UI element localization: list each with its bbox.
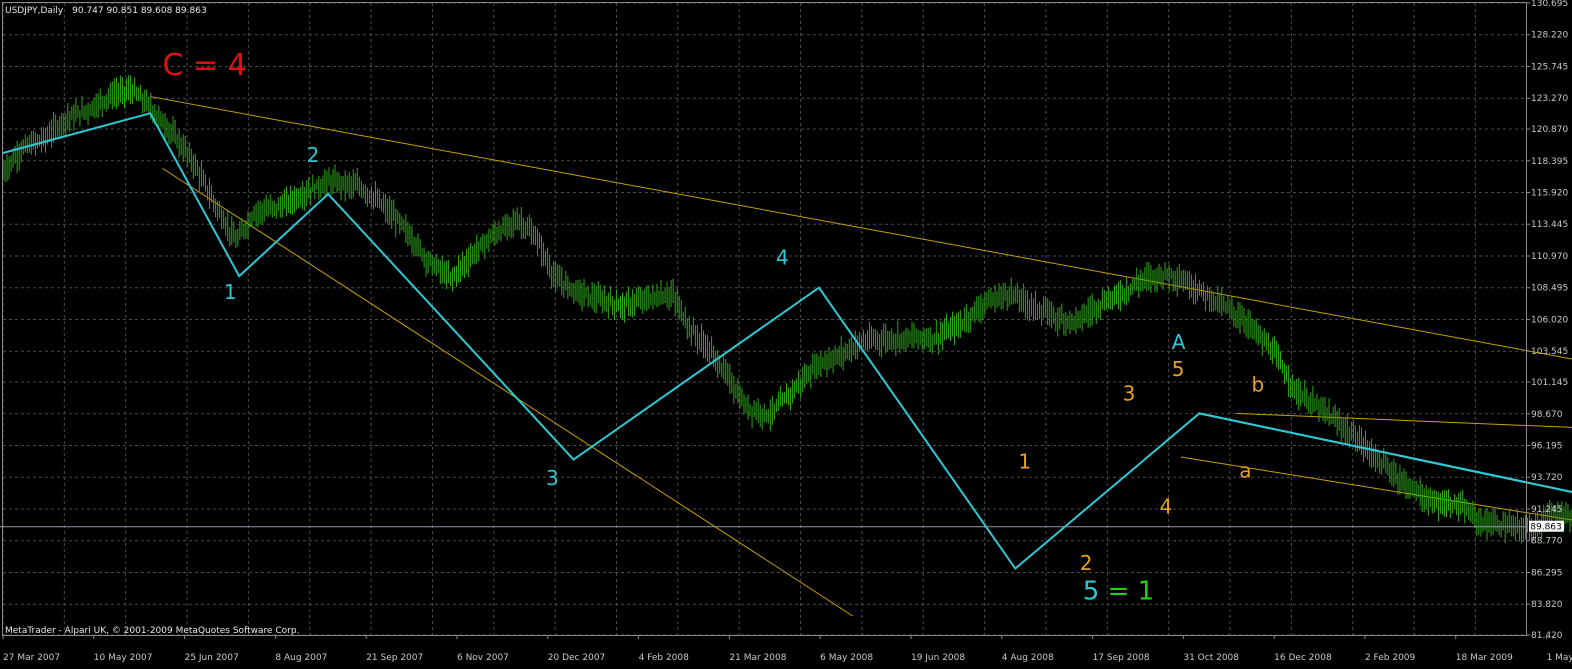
y-tick-label: 96.195	[1531, 441, 1563, 451]
y-tick-label: 103.545	[1531, 347, 1568, 357]
wave-label: C = 4	[163, 48, 247, 83]
y-tick-label: 88.770	[1531, 537, 1563, 547]
x-tick-label: 2 Feb 2009	[1365, 653, 1416, 663]
wave-label: 4	[1159, 494, 1172, 518]
wave-label: 2	[307, 143, 320, 167]
y-tick-label: 91.245	[1531, 505, 1563, 515]
y-tick-label: 98.670	[1531, 410, 1563, 420]
wave-label-right: = 1	[1108, 576, 1155, 606]
y-tick-label: 125.745	[1531, 62, 1568, 72]
x-tick-label: 4 Aug 2008	[1002, 653, 1054, 663]
symbol-label: USDJPY,Daily	[5, 6, 64, 16]
x-tick-label: 4 Feb 2008	[639, 653, 690, 663]
wave-label: 2	[1080, 551, 1093, 575]
wave-label: 1	[224, 280, 237, 304]
wave-label: b	[1251, 373, 1264, 397]
x-tick-label: 10 May 2007	[94, 653, 153, 663]
x-tick-label: 6 May 2008	[820, 653, 873, 663]
wave-label-left: 5	[1083, 576, 1108, 606]
wave-label: 5 = 1	[1083, 576, 1154, 606]
y-tick-label: 83.820	[1531, 600, 1563, 610]
copyright-label: MetaTrader - Alpari UK, © 2001-2009 Meta…	[5, 626, 299, 636]
wave-label: 3	[1123, 382, 1136, 406]
y-tick-label: 115.920	[1531, 189, 1568, 199]
price-tag-value: 89.863	[1530, 523, 1562, 533]
ohlc-values: 90.747 90.851 89.608 89.863	[72, 6, 207, 16]
y-tick-label: 113.445	[1531, 220, 1568, 230]
x-tick-label: 25 Jun 2007	[185, 653, 239, 663]
y-tick-label: 110.970	[1531, 252, 1568, 262]
y-tick-label: 93.720	[1531, 473, 1563, 483]
y-tick-label: 123.270	[1531, 94, 1568, 104]
x-tick-label: 31 Oct 2008	[1183, 653, 1239, 663]
y-tick-label: 101.145	[1531, 378, 1568, 388]
y-tick-label: 108.495	[1531, 284, 1568, 294]
x-tick-label: 1 May 2009	[1547, 653, 1572, 663]
chart-header: USDJPY,Daily 90.747 90.851 89.608 89.863	[5, 6, 207, 16]
x-tick-label: 18 Mar 2009	[1456, 653, 1513, 663]
price-tag: 89.863	[1529, 520, 1564, 533]
x-tick-label: 21 Sep 2007	[366, 653, 423, 663]
wave-label: 5	[1172, 357, 1185, 381]
price-axis[interactable]: 130.695 128.220 125.745 123.270 120.870 118.3…	[1526, 0, 1568, 641]
y-tick-label: 128.220	[1531, 31, 1568, 41]
wave-label: 3	[546, 466, 559, 490]
x-tick-label: 8 Aug 2007	[275, 653, 327, 663]
y-tick-label: 130.695	[1531, 0, 1568, 9]
x-tick-label: 17 Sep 2008	[1093, 653, 1150, 663]
y-tick-label: 86.295	[1531, 568, 1563, 578]
wave-label: 1	[1018, 450, 1031, 474]
x-tick-label: 19 Jun 2008	[911, 653, 965, 663]
x-tick-label: 6 Nov 2007	[457, 653, 509, 663]
plot-background	[0, 0, 1572, 669]
x-tick-label: 20 Dec 2007	[548, 653, 606, 663]
x-tick-label: 21 Mar 2008	[729, 653, 786, 663]
wave-label: a	[1239, 458, 1251, 482]
y-tick-label: 120.870	[1531, 125, 1568, 135]
x-tick-label: 16 Dec 2008	[1274, 653, 1332, 663]
wave-label: A	[1172, 330, 1186, 354]
price-chart[interactable]: C = 4C = 25 = 11234AB12345abc1 130.69512…	[0, 0, 1572, 669]
wave-label: 4	[776, 246, 789, 270]
y-tick-label: 118.395	[1531, 157, 1568, 167]
x-tick-label: 27 Mar 2007	[3, 653, 60, 663]
y-tick-label: 106.020	[1531, 315, 1568, 325]
